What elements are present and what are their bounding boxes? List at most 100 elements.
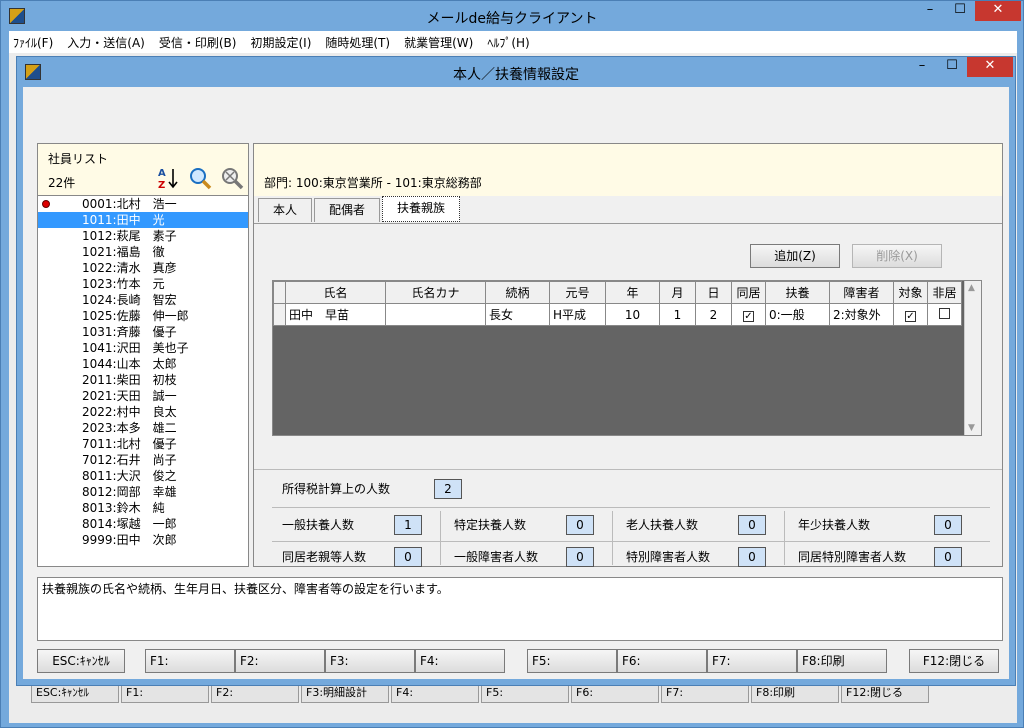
employee-list-item[interactable]: 8011:大沢 俊之 xyxy=(38,468,248,484)
cohabiting-checkbox[interactable]: ✓ xyxy=(743,310,754,322)
col-name[interactable]: 氏名 xyxy=(285,281,386,304)
close-button[interactable]: ✕ xyxy=(975,1,1021,21)
col-month[interactable]: 月 xyxy=(659,281,696,304)
f8-print-button[interactable]: F8:印刷 xyxy=(797,649,887,673)
sort-az-icon[interactable]: AZ xyxy=(156,166,180,191)
col-era[interactable]: 元号 xyxy=(549,281,606,304)
employee-list-item[interactable]: 1012:萩尾 素子 xyxy=(38,228,248,244)
search-clear-icon[interactable] xyxy=(220,166,244,190)
employee-label: 2011:柴田 初枝 xyxy=(82,373,177,387)
menu-file[interactable]: ﾌｧｲﾙ(F) xyxy=(13,34,53,51)
employee-label: 9999:田中 次郎 xyxy=(82,533,177,547)
cell-name[interactable]: 田中 早苗 xyxy=(285,303,386,326)
employee-list-item[interactable]: 1044:山本 太郎 xyxy=(38,356,248,372)
col-disability[interactable]: 障害者 xyxy=(829,281,894,304)
menu-ad-hoc[interactable]: 随時処理(T) xyxy=(325,34,390,51)
table-row[interactable]: 田中 早苗 長女 H平成 10 1 2 ✓ 0:一般 2:対象外 ✓ xyxy=(273,303,962,326)
f3-button[interactable]: F3: xyxy=(325,649,415,673)
employee-list-item[interactable]: 1022:清水 真彦 xyxy=(38,260,248,276)
cell-disability[interactable]: 2:対象外 xyxy=(829,303,894,326)
dialog-title: 本人／扶養情報設定 xyxy=(453,67,579,83)
f12-close-button[interactable]: F12:閉じる xyxy=(909,649,999,673)
employee-list-item[interactable]: 2021:天田 誠一 xyxy=(38,388,248,404)
main-window-title: メールde給与クライアント xyxy=(426,11,598,27)
employee-list-item[interactable]: 2023:本多 雄二 xyxy=(38,420,248,436)
tab-self[interactable]: 本人 xyxy=(258,198,313,222)
col-target[interactable]: 対象 xyxy=(893,281,928,304)
cell-cohabiting[interactable]: ✓ xyxy=(731,303,766,326)
col-cohabiting[interactable]: 同居 xyxy=(731,281,766,304)
esc-cancel-button[interactable]: ESC:ｷｬﾝｾﾙ xyxy=(37,649,125,673)
cell-dependent-type[interactable]: 0:一般 xyxy=(765,303,830,326)
employee-list-item[interactable]: 9999:田中 次郎 xyxy=(38,532,248,548)
employee-list-item[interactable]: 1021:福島 徹 xyxy=(38,244,248,260)
f1-button[interactable]: F1: xyxy=(145,649,235,673)
menu-input-send[interactable]: 入力・送信(A) xyxy=(67,34,145,51)
grid-vertical-scrollbar[interactable]: ▲ ▼ xyxy=(964,281,981,435)
tab-spouse[interactable]: 配偶者 xyxy=(314,198,381,222)
menu-attendance[interactable]: 就業管理(W) xyxy=(404,34,473,51)
employee-list-item[interactable]: 7012:石井 尚子 xyxy=(38,452,248,468)
menu-help[interactable]: ﾍﾙﾌﾟ(H) xyxy=(487,34,529,51)
add-button[interactable]: 追加(Z) xyxy=(750,244,840,268)
employee-list-item[interactable]: 1031:斉藤 優子 xyxy=(38,324,248,340)
col-kana[interactable]: 氏名カナ xyxy=(385,281,486,304)
cell-era[interactable]: H平成 xyxy=(549,303,606,326)
employee-list-item[interactable]: 1023:竹本 元 xyxy=(38,276,248,292)
employee-list-item[interactable]: 2022:村中 良太 xyxy=(38,404,248,420)
cell-year[interactable]: 10 xyxy=(605,303,660,326)
employee-list-item[interactable]: 1041:沢田 美也子 xyxy=(38,340,248,356)
cell-target[interactable]: ✓ xyxy=(893,303,928,326)
employee-list-item[interactable]: 2011:柴田 初枝 xyxy=(38,372,248,388)
employee-list-item[interactable]: 8014:塚越 一郎 xyxy=(38,516,248,532)
search-icon[interactable] xyxy=(188,166,212,190)
f7-button[interactable]: F7: xyxy=(707,649,797,673)
col-nonresident[interactable]: 非居 xyxy=(927,281,962,304)
cell-day[interactable]: 2 xyxy=(695,303,732,326)
bg-fkey: F7: xyxy=(661,683,749,703)
maximize-button[interactable]: ☐ xyxy=(945,1,975,21)
f5-button[interactable]: F5: xyxy=(527,649,617,673)
dialog-minimize-button[interactable]: – xyxy=(907,57,937,77)
employee-list-item[interactable]: 0001:北村 浩一 xyxy=(38,196,248,212)
employee-list-item[interactable]: 1011:田中 光 xyxy=(38,212,248,228)
employee-list: 0001:北村 浩一 1011:田中 光 1012:萩尾 素子 1021:福島 徹 10… xyxy=(38,196,248,548)
cell-nonresident[interactable] xyxy=(927,303,962,326)
f4-button[interactable]: F4: xyxy=(415,649,505,673)
employee-list-item[interactable]: 8013:鈴木 純 xyxy=(38,500,248,516)
dialog-close-button[interactable]: ✕ xyxy=(967,57,1013,77)
employee-list-item[interactable]: 1025:佐藤 伸一郎 xyxy=(38,308,248,324)
employee-list-item[interactable]: 8012:岡部 幸雄 xyxy=(38,484,248,500)
col-day[interactable]: 日 xyxy=(695,281,732,304)
f2-button[interactable]: F2: xyxy=(235,649,325,673)
f6-button[interactable]: F6: xyxy=(617,649,707,673)
minimize-button[interactable]: – xyxy=(915,1,945,21)
row-header[interactable] xyxy=(273,303,286,326)
dialog-maximize-button[interactable]: ☐ xyxy=(937,57,967,77)
employee-list-item[interactable]: 1024:長崎 智宏 xyxy=(38,292,248,308)
menu-initial-settings[interactable]: 初期設定(I) xyxy=(250,34,311,51)
function-key-bar: ESC:ｷｬﾝｾﾙ F1: F2: F3: F4: F5: F6: F7: F8… xyxy=(23,649,1009,675)
bg-fkey: F5: xyxy=(481,683,569,703)
employee-list-item[interactable]: 7011:北村 優子 xyxy=(38,436,248,452)
target-checkbox[interactable]: ✓ xyxy=(905,310,916,322)
cell-relation[interactable]: 長女 xyxy=(485,303,550,326)
delete-button[interactable]: 削除(X) xyxy=(852,244,942,268)
employee-label: 8013:鈴木 純 xyxy=(82,501,165,515)
bg-fkey: F4: xyxy=(391,683,479,703)
nonresident-checkbox[interactable] xyxy=(939,307,950,319)
bg-fkey: F1: xyxy=(121,683,209,703)
cell-month[interactable]: 1 xyxy=(659,303,696,326)
col-relation[interactable]: 続柄 xyxy=(485,281,550,304)
col-year[interactable]: 年 xyxy=(605,281,660,304)
employee-label: 8011:大沢 俊之 xyxy=(82,469,177,483)
col-dependent-type[interactable]: 扶養 xyxy=(765,281,830,304)
scroll-up-icon[interactable]: ▲ xyxy=(968,283,975,293)
specific-dependents-value: 0 xyxy=(566,515,594,535)
employee-label: 8012:岡部 幸雄 xyxy=(82,485,177,499)
employee-label: 0001:北村 浩一 xyxy=(82,197,177,211)
cell-kana[interactable] xyxy=(385,303,486,326)
menu-receive-print[interactable]: 受信・印刷(B) xyxy=(159,34,237,51)
tab-dependents[interactable]: 扶養親族 xyxy=(382,196,461,222)
scroll-down-icon[interactable]: ▼ xyxy=(968,423,975,433)
